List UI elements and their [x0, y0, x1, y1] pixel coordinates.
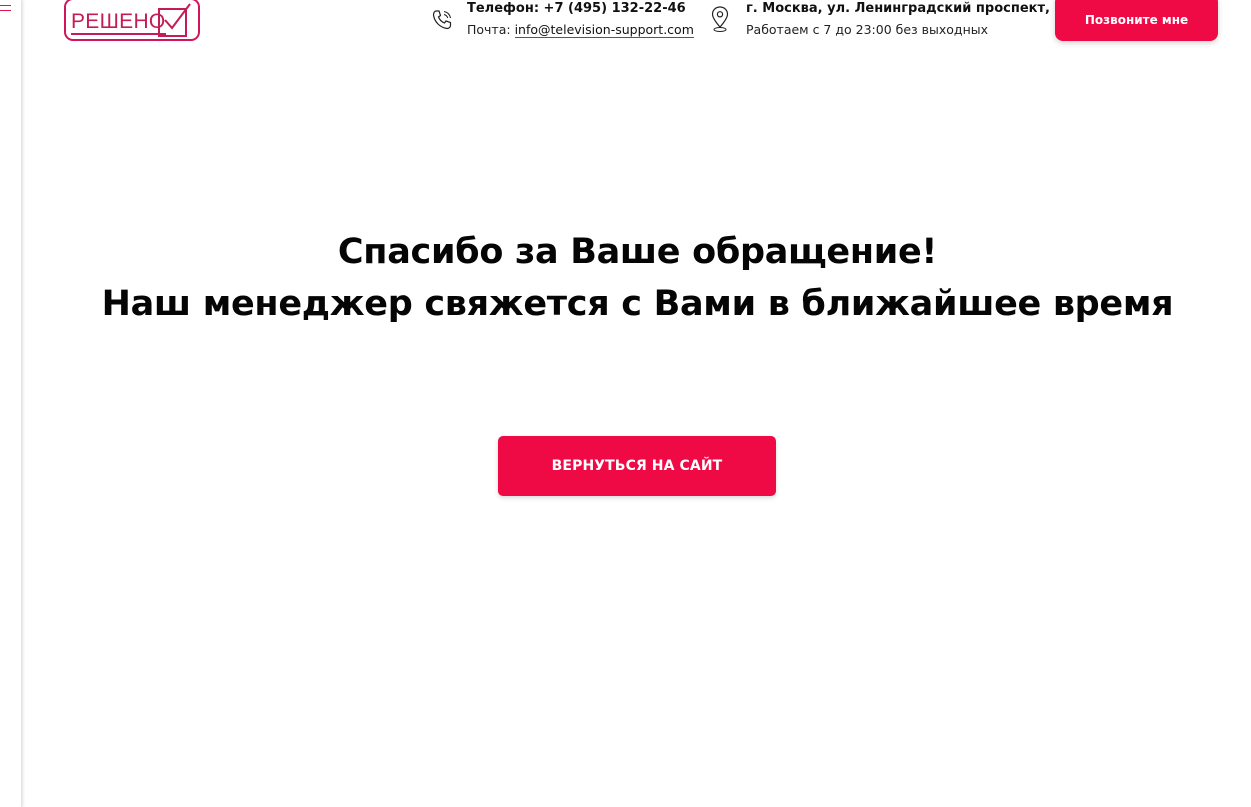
working-hours: Работаем с 7 до 23:00 без выходных [746, 22, 989, 37]
side-panel [0, 0, 22, 807]
back-to-site-button[interactable]: ВЕРНУТЬСЯ НА САЙТ [498, 436, 776, 496]
menu-icon[interactable] [0, 5, 12, 17]
address-text: г. Москва, ул. Ленинградский проспект, 2 [746, 1, 1064, 16]
phone-number[interactable]: Телефон: +7 (495) 132-22-46 [467, 1, 694, 17]
checkmark-icon [158, 3, 191, 37]
thanks-subtitle: Наш менеджер свяжется с Вами в ближайшее… [101, 284, 1174, 324]
logo-text: РЕШЕНО [71, 10, 166, 35]
thank-you-page: РЕШЕНО Телефон: +7 (495) 132-22-46 Почта… [0, 0, 1251, 807]
site-logo[interactable]: РЕШЕНО [64, 0, 200, 41]
thanks-title: Спасибо за Ваше обращение! [337, 232, 938, 272]
location-pin-icon [711, 6, 729, 32]
phone-icon [432, 10, 452, 30]
call-me-button[interactable]: Позвоните мне [1055, 0, 1218, 41]
thank-you-message: Спасибо за Ваше обращение! Наш менеджер … [60, 226, 1215, 330]
email-label: Почта: [467, 22, 511, 37]
email-link[interactable]: info@television-support.com [514, 22, 694, 38]
email-row: Почта: info@television-support.com [467, 22, 694, 38]
